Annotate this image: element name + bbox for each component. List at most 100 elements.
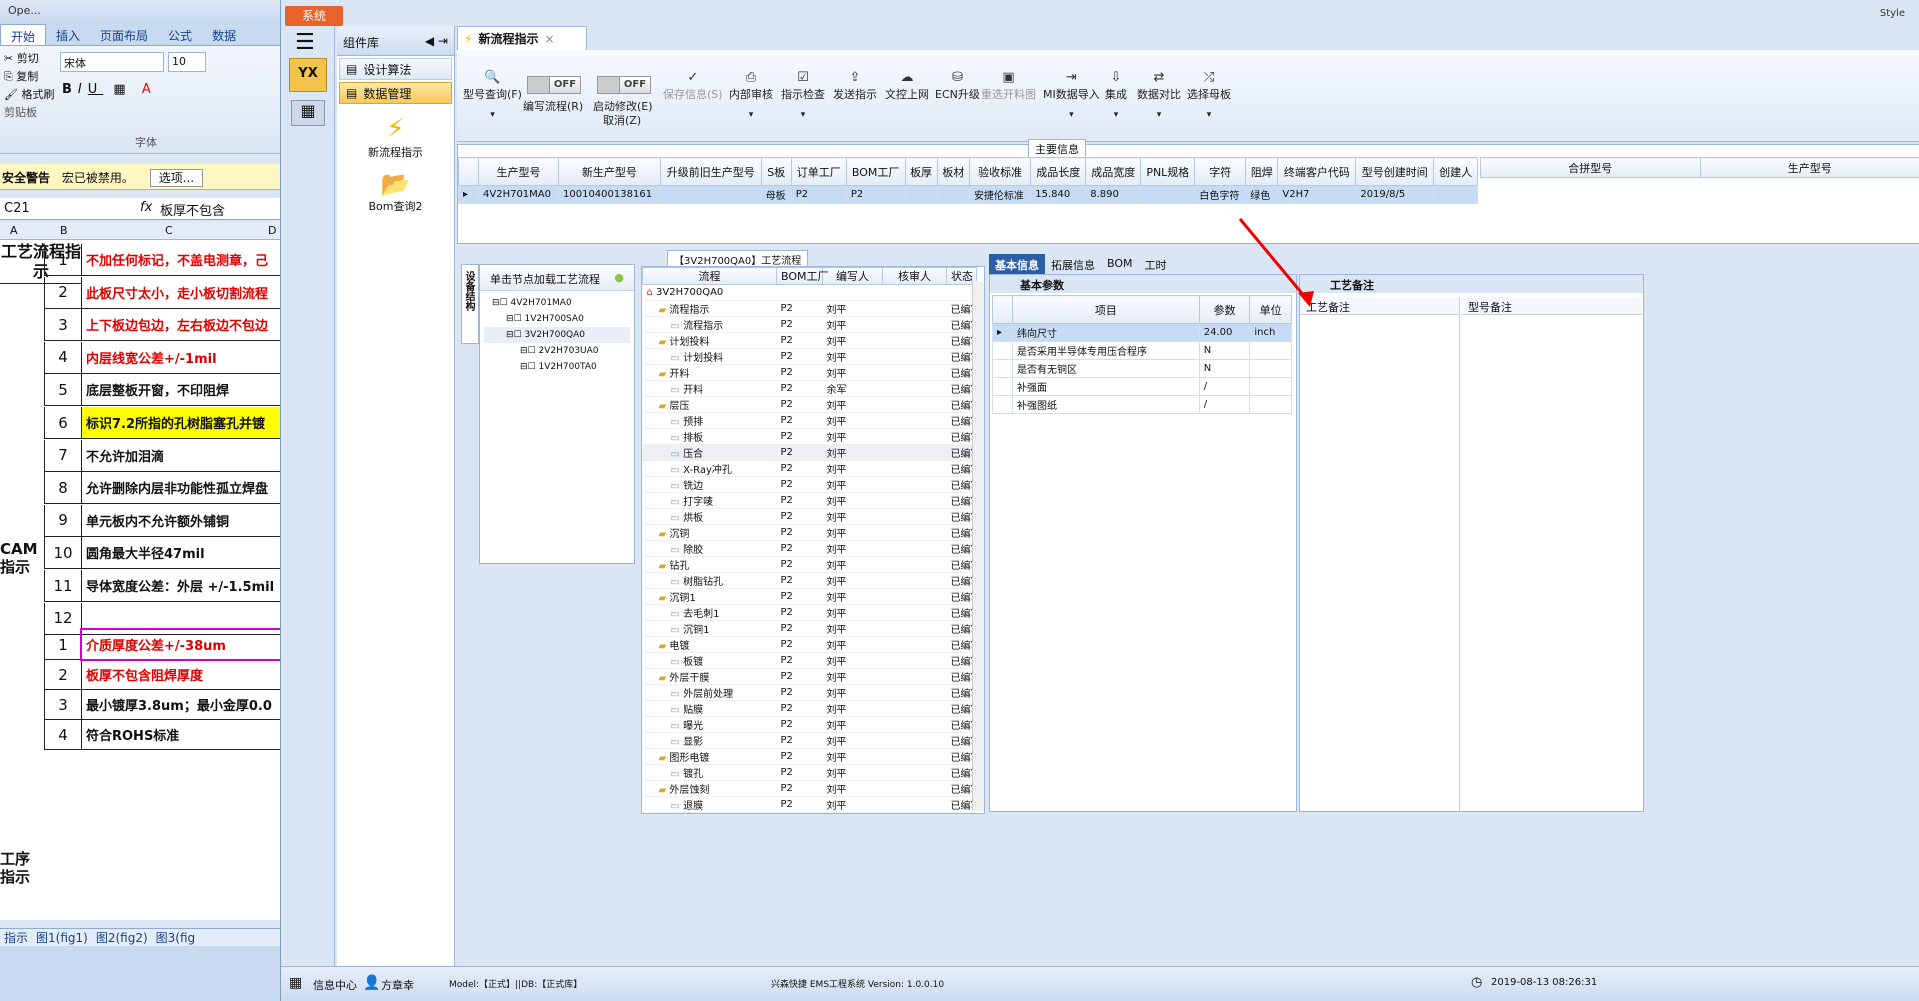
col-header[interactable]: 阻焊 <box>1245 157 1279 186</box>
col-header[interactable]: 成品长度 <box>1030 157 1087 186</box>
flow-table[interactable]: 流程 BOM工厂 编写人 核审人 状态 ⌂ 3V2H700QA0 ▰ 流程指示 P2 刘平 已编… <box>642 267 977 813</box>
cell[interactable]: 10010400138161 <box>558 185 661 204</box>
name-box[interactable]: C21 <box>4 201 84 216</box>
flow-row[interactable]: ▭ 树脂钻孔P2刘平已编写 <box>642 572 977 589</box>
instruction-cell[interactable]: 板厚不包含阻焊厚度 <box>82 660 280 689</box>
flow-row[interactable]: ▭ 曝光P2刘平已编写 <box>642 716 977 733</box>
flow-row[interactable]: ▭ 流程指示P2刘平已编写 <box>642 316 977 333</box>
param-row[interactable]: 补强面 / <box>992 377 1292 396</box>
menu-icon[interactable]: ☰ <box>295 30 315 55</box>
tree-node[interactable]: ⊟☐ 1V2H700TA0 <box>484 359 630 375</box>
cell[interactable] <box>659 185 762 204</box>
cell[interactable] <box>904 185 938 204</box>
cell[interactable] <box>1433 185 1478 204</box>
style-label[interactable]: Style <box>1880 8 1905 19</box>
cell[interactable]: 安捷伦标准 <box>968 185 1032 204</box>
table-row[interactable]: 2 此板尺寸太小，走小板切割流程 <box>44 276 280 309</box>
design-algo-item[interactable]: ▤ 设计算法 <box>339 58 452 80</box>
info-tab[interactable]: 拓展信息 <box>1045 254 1101 276</box>
table-row[interactable]: 3 上下板边包边，左右板边不包边 <box>44 309 280 342</box>
table-row[interactable]: 3 最小镀厚3.8um；最小金厚0.0 <box>44 690 280 720</box>
flow-row[interactable]: ▭ 除胶P2刘平已编写 <box>642 540 977 557</box>
col-header[interactable]: 验收标准 <box>968 157 1032 186</box>
table-row[interactable]: 2 板厚不包含阻焊厚度 <box>44 660 280 690</box>
flow-row[interactable]: ▰ 电镀P2刘平已编写 <box>642 636 977 653</box>
col-header[interactable]: 成品宽度 <box>1085 157 1142 186</box>
flow-row[interactable]: ▭ 沉铜1P2刘平已编写 <box>642 620 977 637</box>
flow-row[interactable]: ▭ 显影P2刘平已编写 <box>642 732 977 749</box>
col-header[interactable]: 项目 <box>1012 295 1200 324</box>
flow-row[interactable]: ▰ 钻孔P2刘平已编写 <box>642 556 977 573</box>
cell[interactable]: 4V2H701MA0 <box>478 185 559 204</box>
flow-row[interactable]: ▭ 外层前处理P2刘平已编写 <box>642 684 977 701</box>
col-header[interactable]: 生产型号 <box>478 157 559 186</box>
col-header[interactable]: BOM工厂 <box>776 267 829 285</box>
flow-row[interactable]: ▭ 压合P2刘平已编写 <box>642 444 977 461</box>
upload-web-button[interactable]: ☁ 文控上网 <box>885 70 929 102</box>
flow-row[interactable]: ▰ 开料P2刘平已编写 <box>642 364 977 381</box>
cell[interactable]: 15.840 <box>1030 185 1087 204</box>
send-button[interactable]: ⇪ 发送指示 <box>833 70 877 102</box>
cell[interactable]: 8.890 <box>1085 185 1142 204</box>
cell[interactable]: P2 <box>845 185 906 204</box>
col-header[interactable]: 型号创建时间 <box>1355 157 1435 186</box>
data-manage-item[interactable]: ▤ 数据管理 <box>339 82 452 104</box>
col-header[interactable]: 创建人 <box>1433 157 1478 186</box>
instruction-cell[interactable] <box>82 603 280 634</box>
flow-table-panel[interactable]: 流程 BOM工厂 编写人 核审人 状态 ⌂ 3V2H700QA0 ▰ 流程指示 P2 刘平 已编… <box>641 266 985 814</box>
flow-row[interactable]: ▭ 板镀P2刘平已编写 <box>642 652 977 669</box>
sheet-tab[interactable]: 图1(fig1) <box>36 929 88 946</box>
instruction-cell[interactable]: 允许删除内层非功能性孤立焊盘 <box>82 472 280 503</box>
sheet-tab[interactable]: 图3(fig <box>156 929 196 946</box>
param-row[interactable]: ▸ 纬向尺寸 24.00 inch <box>992 323 1292 342</box>
cell[interactable]: P2 <box>790 185 847 204</box>
instruction-cell[interactable]: 底层整板开窗，不印阻焊 <box>82 374 280 405</box>
instruction-cell[interactable]: 此板尺寸太小，走小板切割流程 <box>82 277 280 308</box>
table-row[interactable]: 4 内层线宽公差+/-1mil <box>44 341 280 374</box>
flow-row[interactable]: ▭ 退膜P2刘平已编写 <box>642 796 977 813</box>
process-remarks-tab[interactable]: 工艺备注 <box>1300 275 1643 293</box>
flow-row[interactable]: ▰ 沉铜1P2刘平已编写 <box>642 588 977 605</box>
instruction-cell[interactable]: 不允许加泪滴 <box>82 440 280 471</box>
cell[interactable]: 2019/8/5 <box>1355 185 1435 204</box>
info-center[interactable]: 信息中心 <box>313 977 357 993</box>
table-row[interactable]: 11 导体宽度公差：外层 +/-1.5mil <box>44 570 280 602</box>
close-icon[interactable]: × <box>544 32 554 46</box>
cancel-button[interactable]: 取消(Z) <box>603 112 641 128</box>
table-row[interactable]: 5 底层整板开窗，不印阻焊 <box>44 374 280 407</box>
col-header[interactable]: 合拼型号 <box>1480 157 1701 178</box>
edit-flow-toggle[interactable]: OFF <box>527 76 581 94</box>
cell[interactable] <box>936 185 970 204</box>
doc-tab-new-flow[interactable]: ⚡ 新流程指示 × <box>457 26 587 50</box>
excel-tab-insert[interactable]: 插入 <box>46 24 90 45</box>
process-remark-col[interactable]: 工艺备注 <box>1300 297 1460 811</box>
col-a[interactable]: A <box>10 224 18 237</box>
col-header[interactable]: 板厚 <box>904 157 938 186</box>
param-row[interactable]: 补强图纸 / <box>992 395 1292 414</box>
yx-logo-icon[interactable]: YX <box>289 58 327 92</box>
main-info-table[interactable]: 生产型号 新生产型号 升级前旧生产型号 S板 订单工厂 BOM工厂 板厚 板材 验收标准 成品长度… <box>458 157 1478 204</box>
flow-row[interactable]: ▭ 烘板P2刘平已编写 <box>642 508 977 525</box>
table-row[interactable]: 4 符合ROHS标准 <box>44 720 280 750</box>
col-header[interactable]: 订单工厂 <box>790 157 847 186</box>
instruction-cell[interactable]: 不加任何标记，不盖电测章，己 <box>82 244 280 275</box>
excel-tab-layout[interactable]: 页面布局 <box>90 24 158 45</box>
col-header[interactable]: S板 <box>760 157 792 186</box>
col-header[interactable]: 升级前旧生产型号 <box>659 157 762 186</box>
sheet-grid[interactable]: 工艺流程指示 CAM指示 工序指示 1 不加任何标记，不盖电测章，己 2 此板尺寸太小… <box>0 240 280 920</box>
flow-row[interactable]: ▭ 贴膜P2刘平已编写 <box>642 700 977 717</box>
check-button[interactable]: ☑ 指示检查 ▾ <box>781 70 825 120</box>
model-tree[interactable]: ⊟☐ 4V2H701MA0 ⊟☐ 1V2H700SA0 ⊟☐ 3V2H700QA0 ⊟… <box>480 291 634 379</box>
col-header[interactable]: 生产型号 <box>1699 157 1919 178</box>
table-row[interactable]: 1 介质厚度公差+/-38um <box>44 628 280 661</box>
mi-import-button[interactable]: ⇥ MI数据导入 ▾ <box>1043 70 1100 120</box>
flow-row[interactable]: ▭ 打字唛P2刘平已编写 <box>642 492 977 509</box>
formula-input[interactable]: 板厚不包含 <box>160 200 225 219</box>
choose-mother-button[interactable]: ⤮ 选择母板 ▾ <box>1187 70 1231 120</box>
col-d[interactable]: D <box>268 224 276 237</box>
table-row[interactable]: 9 单元板内不允许额外铺铜 <box>44 504 280 537</box>
options-button[interactable]: 选项... <box>149 169 204 187</box>
tree-node[interactable]: ⊟☐ 3V2H700QA0 <box>484 327 630 343</box>
instruction-cell[interactable]: 上下板边包边，左右板边不包边 <box>82 309 280 340</box>
instruction-cell[interactable]: 标识7.2所指的孔树脂塞孔并镀 <box>82 407 280 438</box>
